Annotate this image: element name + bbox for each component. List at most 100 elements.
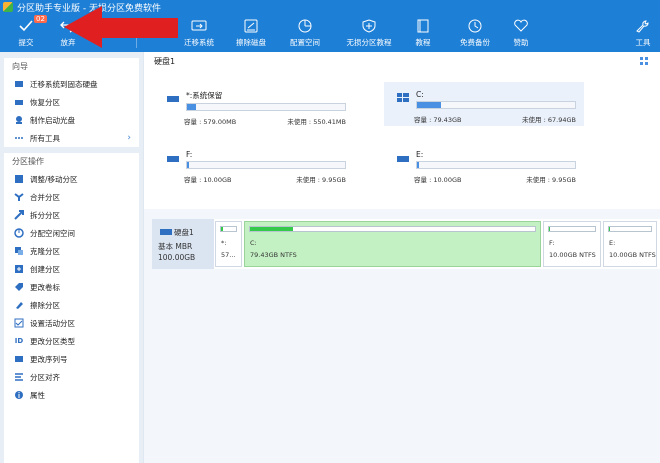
sidebar-item-all-tools[interactable]: 所有工具 › <box>4 129 139 147</box>
partition-info: 57... <box>221 251 236 259</box>
sidebar-item-create[interactable]: 创建分区 <box>4 260 139 278</box>
allocate-space-label: 配置空间 <box>290 38 320 47</box>
sidebar-item-wipe[interactable]: 擦除分区 <box>4 296 139 314</box>
wipe-icon <box>14 300 24 310</box>
partition-card-c[interactable]: C: 容量 : 79.43GB 未使用 : 67.94GB <box>384 82 584 126</box>
disk-map: 硬盘1 基本 MBR 100.00GB *: 57... C: 79.43GB … <box>152 219 660 269</box>
partition-ops-panel: 分区操作 调整/移动分区 合并分区 拆分分区 分配空闲空间 克隆分区 创建分区 … <box>4 153 139 463</box>
migrate-system-button[interactable]: 迁移系统 <box>178 14 220 52</box>
sidebar-item-properties[interactable]: 属性 <box>4 386 139 404</box>
capacity-value: 10.00GB <box>203 176 232 184</box>
disk-map-partition-f[interactable]: F: 10.00GB NTFS <box>543 221 601 267</box>
sponsor-label: 赞助 <box>513 38 529 47</box>
sidebar-item-label: 制作启动光盘 <box>30 115 75 125</box>
partition-card-f[interactable]: F: 容量 : 10.00GB 未使用 : 9.95GB <box>154 142 354 186</box>
tutorial-label: 教程 <box>415 38 431 47</box>
resize-icon <box>14 174 24 184</box>
lossless-tutorial-button[interactable]: 无损分区教程 <box>342 14 396 52</box>
id-icon: ID <box>14 337 24 345</box>
sidebar-item-align[interactable]: 分区对齐 <box>4 368 139 386</box>
tutorial-button[interactable]: 教程 <box>408 14 438 52</box>
sidebar-item-boot-disc[interactable]: 制作启动光盘 <box>4 111 139 129</box>
tools-button[interactable]: 工具 <box>630 14 656 52</box>
shield-icon <box>360 18 378 34</box>
disk-map-size: 100.00GB <box>158 253 196 262</box>
sidebar-item-restore-partition[interactable]: 恢复分区 <box>4 93 139 111</box>
sidebar-item-label: 分区对齐 <box>30 372 60 382</box>
unused-label: 未使用 : <box>287 118 312 126</box>
usage-fill <box>187 162 189 168</box>
split-icon <box>14 210 24 220</box>
more-icon <box>14 133 24 143</box>
wrench-icon <box>634 18 652 34</box>
usage-bar <box>416 101 576 109</box>
capacity-label: 容量 : <box>184 176 202 184</box>
sidebar-item-split[interactable]: 拆分分区 <box>4 206 139 224</box>
view-toggle-icon[interactable] <box>639 56 649 66</box>
usage-fill <box>187 104 197 110</box>
sidebar-item-label: 属性 <box>30 390 45 400</box>
free-backup-label: 免费备份 <box>460 38 490 47</box>
sidebar-item-label: 分配空闲空间 <box>30 228 75 238</box>
sidebar-item-allocate[interactable]: 分配空闲空间 <box>4 224 139 242</box>
sidebar-item-change-label[interactable]: 更改卷标 <box>4 278 139 296</box>
allocate-space-button[interactable]: 配置空间 <box>284 14 326 52</box>
capacity-label: 容量 : <box>414 176 432 184</box>
sidebar-item-label: 擦除分区 <box>30 300 60 310</box>
partition-name: F: <box>549 239 555 247</box>
disk-map-partition-e[interactable]: E: 10.00GB NTFS <box>603 221 657 267</box>
sidebar-item-change-serial[interactable]: 更改序列号 <box>4 350 139 368</box>
sidebar-item-resize[interactable]: 调整/移动分区 <box>4 170 139 188</box>
sidebar-item-label: 更改分区类型 <box>30 336 75 346</box>
pie-icon <box>296 18 314 34</box>
sidebar-item-set-active[interactable]: 设置活动分区 <box>4 314 139 332</box>
create-icon <box>14 264 24 274</box>
unused-value: 550.41MB <box>313 118 346 126</box>
clone-icon <box>14 246 24 256</box>
sponsor-button[interactable]: 赞助 <box>506 14 536 52</box>
boot-disc-icon <box>14 115 24 125</box>
backup-icon <box>466 18 484 34</box>
sidebar-item-clone[interactable]: 克隆分区 <box>4 242 139 260</box>
drive-icon <box>396 152 410 166</box>
tools-label: 工具 <box>635 38 651 47</box>
free-backup-button[interactable]: 免费备份 <box>454 14 496 52</box>
partition-name: E: <box>609 239 616 247</box>
partition-info: 10.00GB NTFS <box>609 251 656 259</box>
wipe-disk-label: 擦除磁盘 <box>236 38 266 47</box>
sidebar-item-label: 更改序列号 <box>30 354 68 364</box>
info-icon <box>14 390 24 400</box>
disk-map-partition-c[interactable]: C: 79.43GB NTFS <box>244 221 541 267</box>
book-icon <box>414 18 432 34</box>
usage-fill <box>250 227 293 231</box>
partition-name: C: <box>250 239 257 247</box>
sidebar-item-label: 恢复分区 <box>30 97 60 107</box>
capacity-value: 579.00MB <box>203 118 237 126</box>
wipe-disk-icon <box>242 18 260 34</box>
sidebar-item-label: 合并分区 <box>30 192 60 202</box>
usage-fill <box>221 227 223 231</box>
capacity-value: 10.00GB <box>433 176 462 184</box>
submit-label: 提交 <box>18 38 34 47</box>
sidebar-item-change-type[interactable]: ID 更改分区类型 <box>4 332 139 350</box>
disk-map-partition-reserved[interactable]: *: 57... <box>215 221 242 267</box>
heart-icon <box>512 18 530 34</box>
app-logo-icon <box>3 2 13 12</box>
partition-card-e[interactable]: E: 容量 : 10.00GB 未使用 : 9.95GB <box>384 142 584 186</box>
wipe-disk-button[interactable]: 擦除磁盘 <box>230 14 272 52</box>
restore-icon <box>14 97 24 107</box>
chevron-right-icon: › <box>127 133 131 143</box>
partition-name: C: <box>416 90 424 99</box>
partition-card-reserved[interactable]: *:系统保留 容量 : 579.00MB 未使用 : 550.41MB <box>154 82 354 126</box>
partition-info: 79.43GB NTFS <box>250 251 297 259</box>
sidebar-item-merge[interactable]: 合并分区 <box>4 188 139 206</box>
sidebar-item-migrate-ssd[interactable]: 迁移系统到固态硬盘 <box>4 75 139 93</box>
wizard-heading: 向导 <box>12 62 28 71</box>
serial-icon <box>14 354 24 364</box>
sidebar-item-label: 所有工具 <box>30 133 60 143</box>
disk-map-disk-info[interactable]: 硬盘1 基本 MBR 100.00GB <box>152 219 214 269</box>
usage-bar <box>416 161 576 169</box>
partition-name: E: <box>416 150 424 159</box>
partition-name: F: <box>186 150 193 159</box>
usage-bar <box>186 103 346 111</box>
